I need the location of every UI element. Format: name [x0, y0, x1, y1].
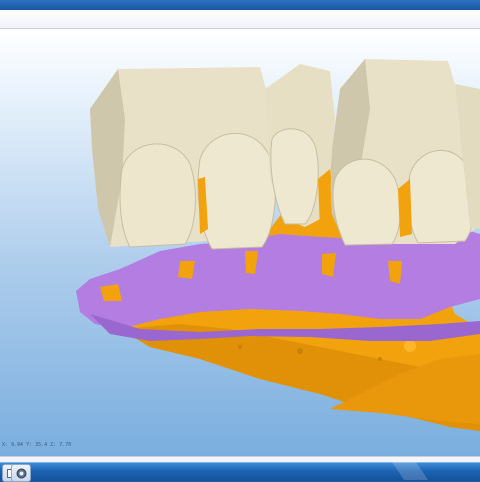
window-titlebar[interactable]	[0, 0, 480, 10]
tooth-crown-right	[332, 158, 401, 246]
tooth-crown	[119, 143, 196, 248]
model-speckle	[297, 348, 303, 354]
model-speckle	[238, 345, 242, 349]
tooth-crown-middle-front	[270, 128, 319, 225]
model-speckle	[378, 357, 382, 361]
taskbar-shine-decoration	[392, 462, 428, 480]
model-speckle	[404, 340, 416, 352]
dental-model-render[interactable]	[0, 29, 480, 456]
orange-patch	[178, 261, 195, 279]
orange-patch	[388, 261, 402, 284]
3d-viewport[interactable]	[0, 29, 480, 456]
tooth-crown	[197, 132, 276, 250]
orange-gap	[398, 179, 412, 237]
window-frame-top	[0, 10, 480, 29]
taskbar-button-scanner[interactable]	[11, 464, 31, 482]
orange-gap	[318, 169, 332, 229]
scanner-app-icon	[16, 468, 26, 478]
coordinate-readout: X: 9.94 Y: 35.4 Z: 7.70	[2, 442, 72, 448]
